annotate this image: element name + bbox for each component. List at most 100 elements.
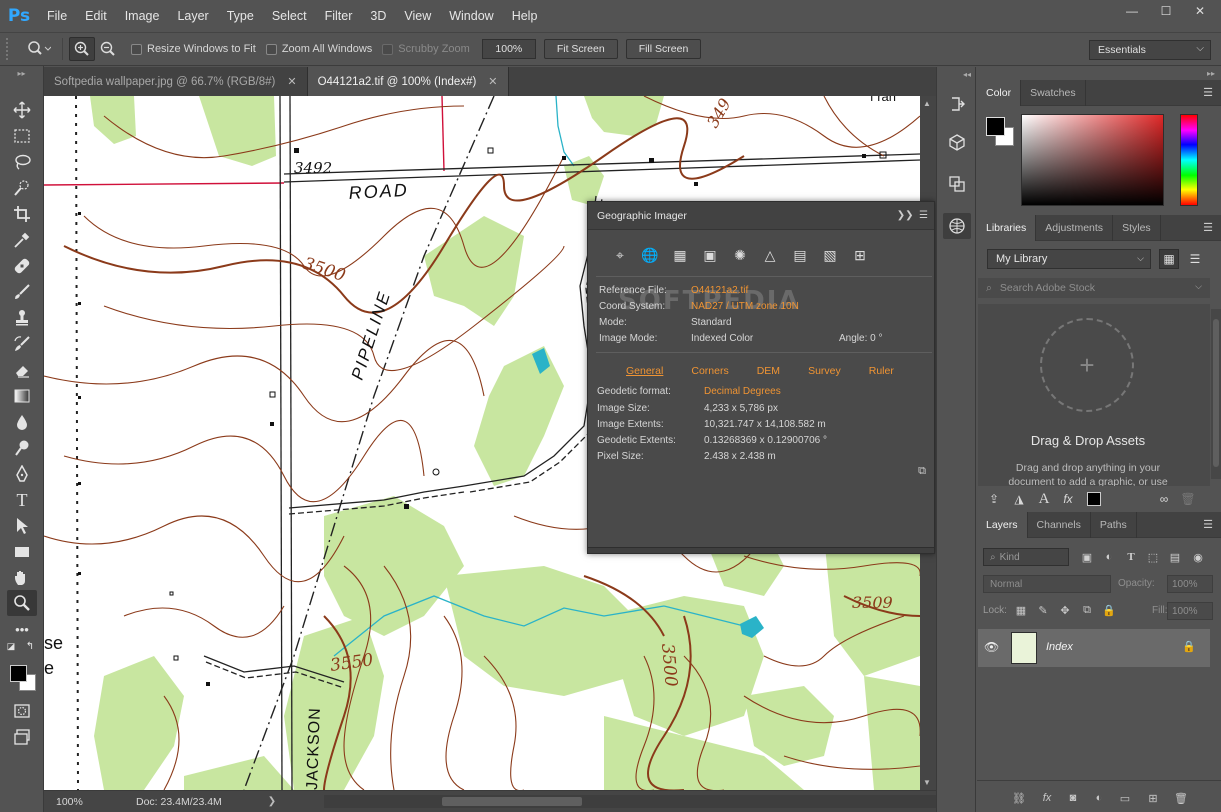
history-panel-icon[interactable]	[943, 91, 971, 117]
eyedropper-tool-icon[interactable]	[7, 227, 37, 253]
panel-menu-icon[interactable]: ☰	[1203, 518, 1213, 531]
tab-libraries[interactable]: Libraries	[977, 215, 1037, 241]
export-grid-icon[interactable]: ▧	[815, 244, 845, 266]
menu-window[interactable]: Window	[440, 0, 502, 32]
close-tab-icon[interactable]: ✕	[287, 75, 296, 88]
tab-general[interactable]: General	[626, 365, 663, 377]
panel-menu-icon[interactable]: ❯❯ ☰	[897, 210, 928, 221]
quick-selection-tool-icon[interactable]	[7, 175, 37, 201]
status-zoom[interactable]: 100%	[44, 796, 90, 808]
tab-paths[interactable]: Paths	[1091, 512, 1137, 538]
dodge-tool-icon[interactable]	[7, 435, 37, 461]
crop-to-extent-icon[interactable]: ⊞	[845, 244, 875, 266]
tiling-icon[interactable]: ▣	[695, 244, 725, 266]
add-layer-style-icon[interactable]: fx	[1059, 491, 1077, 507]
menu-filter[interactable]: Filter	[316, 0, 362, 32]
library-scrollbar[interactable]	[1211, 309, 1221, 479]
crop-tool-icon[interactable]	[7, 201, 37, 227]
marquee-tool-icon[interactable]	[7, 123, 37, 149]
options-grip[interactable]	[6, 38, 12, 60]
menu-type[interactable]: Type	[218, 0, 263, 32]
foreground-color-swatch[interactable]	[10, 665, 27, 682]
grid-view-icon[interactable]: ▦	[1159, 249, 1179, 269]
chevron-down-icon[interactable]: ⌵	[1195, 281, 1202, 292]
menu-edit[interactable]: Edit	[76, 0, 116, 32]
stock-search-input[interactable]: ⌕ Search Adobe Stock ⌵	[978, 278, 1210, 298]
filter-shape-icon[interactable]: ⬚	[1145, 549, 1161, 565]
zoom-all-windows-checkbox[interactable]: Zoom All Windows	[265, 43, 372, 55]
fit-screen-button[interactable]: Fit Screen	[543, 39, 618, 59]
screen-mode-icon[interactable]	[7, 724, 37, 750]
scroll-down-icon[interactable]: ▼	[923, 778, 931, 787]
blur-tool-icon[interactable]	[7, 409, 37, 435]
layer-row[interactable]: 👁 Index 🔒	[978, 629, 1210, 667]
workspace-select[interactable]: Essentials ⌵	[1089, 40, 1211, 60]
foreground-color-chip[interactable]	[986, 117, 1005, 136]
default-colors-icon[interactable]: ◪	[5, 640, 17, 652]
healing-brush-tool-icon[interactable]	[7, 253, 37, 279]
lock-position-icon[interactable]: ✥	[1057, 602, 1073, 618]
geo-panel-resize-handle[interactable]	[588, 547, 934, 553]
3d-panel-icon[interactable]	[943, 129, 971, 155]
library-select[interactable]: My Library ⌵	[987, 249, 1151, 269]
tab-o44121a2[interactable]: O44121a2.tif @ 100% (Index#) ✕	[307, 67, 509, 96]
detail-value[interactable]: Decimal Degrees	[704, 386, 781, 400]
geo-panel-header[interactable]: Geographic Imager ❯❯ ☰	[588, 202, 934, 230]
scroll-up-icon[interactable]: ▲	[923, 99, 931, 108]
zoom-in-button[interactable]	[69, 37, 95, 61]
import-table-icon[interactable]: ▤	[785, 244, 815, 266]
gradient-tool-icon[interactable]	[7, 383, 37, 409]
info-value[interactable]: O44121a2.tif	[691, 285, 748, 299]
trash-icon[interactable]: 🗑	[1179, 491, 1197, 507]
upload-icon[interactable]: ⇪	[985, 491, 1003, 507]
add-character-style-icon[interactable]: A	[1035, 491, 1053, 507]
tab-channels[interactable]: Channels	[1028, 512, 1091, 538]
move-tool-icon[interactable]	[7, 97, 37, 123]
blend-mode-select[interactable]: Normal	[983, 575, 1111, 593]
expand-panels-icon[interactable]: ◂◂	[937, 67, 975, 81]
menu-image[interactable]: Image	[116, 0, 169, 32]
collapse-toolbar-icon[interactable]: ▸▸	[0, 66, 43, 80]
visibility-eye-icon[interactable]: 👁	[984, 640, 999, 654]
tab-color[interactable]: Color	[977, 80, 1022, 106]
swap-colors-icon[interactable]: ↰	[24, 640, 36, 652]
copy-info-icon[interactable]: ⧉	[918, 465, 926, 478]
add-asset-icon[interactable]: +	[1040, 318, 1134, 412]
layer-name[interactable]: Index	[1046, 641, 1073, 653]
eraser-tool-icon[interactable]	[7, 357, 37, 383]
transform-globe-icon[interactable]: 🌐	[635, 244, 665, 266]
zoom-tool-icon[interactable]	[7, 590, 37, 616]
tab-dem[interactable]: DEM	[757, 365, 780, 377]
layer-filter-select[interactable]: ⌕ Kind	[983, 548, 1069, 566]
menu-select[interactable]: Select	[263, 0, 316, 32]
mosaic-icon[interactable]: ▦	[665, 244, 695, 266]
resize-windows-checkbox[interactable]: Resize Windows to Fit	[131, 43, 256, 55]
tab-layers[interactable]: Layers	[977, 512, 1028, 538]
hue-slider[interactable]	[1180, 114, 1198, 206]
scrubby-zoom-checkbox[interactable]: Scrubby Zoom	[382, 43, 470, 55]
info-value[interactable]: NAD27 / UTM zone 10N	[691, 301, 799, 315]
collapse-dock-icon[interactable]: ▸▸	[977, 67, 1221, 80]
lock-image-icon[interactable]: ✎	[1035, 602, 1051, 618]
menu-layer[interactable]: Layer	[168, 0, 217, 32]
tab-adjustments[interactable]: Adjustments	[1036, 215, 1114, 241]
close-button[interactable]: ✕	[1183, 0, 1217, 22]
close-tab-icon[interactable]: ✕	[488, 75, 497, 88]
panel-menu-icon[interactable]: ☰	[1203, 221, 1213, 234]
tab-softpedia-wallpaper[interactable]: Softpedia wallpaper.jpg @ 66.7% (RGB/8#)…	[44, 67, 308, 96]
new-layer-icon[interactable]: ⊞	[1145, 790, 1161, 806]
minimize-button[interactable]: —	[1115, 0, 1149, 22]
tab-styles[interactable]: Styles	[1113, 215, 1161, 241]
creative-cloud-icon[interactable]: ∞	[1155, 491, 1173, 507]
new-group-icon[interactable]: ▭	[1117, 790, 1133, 806]
lock-artboard-icon[interactable]: ⧉	[1079, 602, 1095, 618]
pen-tool-icon[interactable]	[7, 461, 37, 487]
list-view-icon[interactable]: ☰	[1185, 249, 1205, 269]
brush-tool-icon[interactable]	[7, 279, 37, 305]
add-content-icon[interactable]: ◮	[1010, 491, 1028, 507]
path-selection-tool-icon[interactable]	[7, 513, 37, 539]
filter-smart-object-icon[interactable]: ▤	[1167, 549, 1183, 565]
quick-mask-icon[interactable]	[7, 698, 37, 724]
filter-type-icon[interactable]: T	[1123, 549, 1139, 565]
status-menu-icon[interactable]: ❯	[268, 796, 276, 807]
